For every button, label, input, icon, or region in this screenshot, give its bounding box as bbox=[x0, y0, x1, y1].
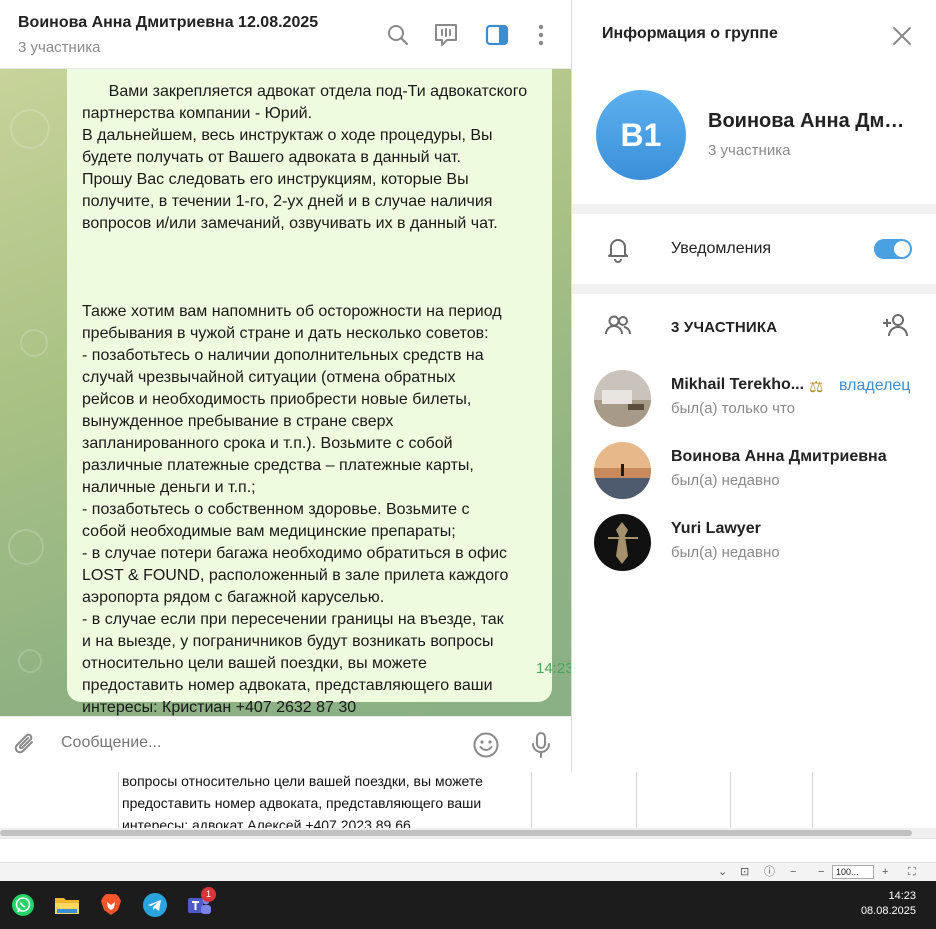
bell-icon bbox=[604, 235, 632, 263]
grid-line bbox=[636, 770, 637, 828]
members-icon bbox=[604, 312, 632, 340]
member-avatar bbox=[594, 442, 651, 499]
message-bubble[interactable]: Вами закрепляется адвокат отдела под-Ти … bbox=[67, 69, 571, 716]
clock[interactable]: 14:23 08.08.2025 bbox=[861, 889, 916, 919]
help-icon[interactable]: ⓘ bbox=[764, 865, 775, 879]
group-name: Воинова Анна Дмитриевна 12.08.2025 bbox=[708, 110, 913, 132]
scrollbar-thumb[interactable] bbox=[0, 830, 912, 836]
chevron-down-icon[interactable]: ⌄ bbox=[718, 865, 727, 879]
zoom-in-icon[interactable]: + bbox=[882, 865, 888, 879]
clock-time: 14:23 bbox=[888, 890, 916, 902]
member-role: владелец bbox=[839, 377, 911, 394]
file-explorer-icon[interactable] bbox=[54, 892, 80, 918]
background-spreadsheet: вопросы относительно цели вашей поездки,… bbox=[0, 770, 936, 881]
member-avatar bbox=[594, 370, 651, 427]
brave-icon[interactable] bbox=[98, 892, 124, 918]
microphone-icon[interactable] bbox=[527, 731, 555, 759]
wallpaper-pattern bbox=[10, 109, 50, 149]
add-member-icon[interactable] bbox=[882, 311, 910, 339]
clock-date: 08.08.2025 bbox=[860, 905, 916, 917]
member-name: Воинова Анна Дмитриевна bbox=[671, 448, 887, 465]
telegram-icon[interactable] bbox=[142, 892, 168, 918]
member-status: был(а) недавно bbox=[671, 544, 780, 561]
spreadsheet-grid: вопросы относительно цели вашей поездки,… bbox=[0, 770, 936, 833]
close-icon[interactable] bbox=[890, 24, 914, 48]
notifications-toggle[interactable] bbox=[874, 239, 912, 259]
horizontal-scrollbar[interactable] bbox=[0, 828, 936, 838]
message-text: Вами закрепляется адвокат отдела под-Ти … bbox=[82, 83, 528, 716]
wallpaper-pattern bbox=[20, 329, 48, 357]
member-status: был(а) только что bbox=[671, 400, 796, 417]
status-bar: ⌄ ⊡ ⓘ − − 100... + ⛶ bbox=[0, 862, 936, 881]
sidebar-toggle-icon[interactable] bbox=[484, 22, 510, 48]
chat-messages-area[interactable]: Вами закрепляется адвокат отдела под-Ти … bbox=[0, 69, 571, 716]
panel-title: Информация о группе bbox=[602, 25, 778, 42]
group-info-header: Информация о группе В1 Воинова Анна Дмит… bbox=[572, 0, 936, 204]
member-item[interactable]: Yuri Lawyer был(а) недавно bbox=[572, 512, 936, 582]
search-icon[interactable] bbox=[385, 22, 411, 48]
message-time: 14:23 bbox=[536, 660, 571, 677]
notifications-label: Уведомления bbox=[671, 240, 772, 257]
member-item[interactable]: Воинова Анна Дмитриевна был(а) недавно bbox=[572, 440, 936, 510]
view-icon[interactable]: ⊡ bbox=[740, 865, 749, 879]
chat-window: Воинова Анна Дмитриевна 12.08.2025 3 уча… bbox=[0, 0, 571, 772]
notification-badge: 1 bbox=[201, 887, 216, 902]
emoji-icon[interactable] bbox=[472, 731, 500, 759]
fullscreen-icon[interactable]: ⛶ bbox=[908, 865, 916, 879]
group-members-count: 3 участника bbox=[708, 142, 791, 159]
chat-header: Воинова Анна Дмитриевна 12.08.2025 3 уча… bbox=[0, 0, 571, 69]
members-section: 3 УЧАСТНИКА Mikhail Terekho... ⚖ владеле… bbox=[572, 294, 936, 772]
chat-subtitle: 3 участника bbox=[18, 39, 101, 56]
spreadsheet-cell-text: вопросы относительно цели вашей поездки,… bbox=[122, 773, 483, 833]
group-avatar[interactable]: В1 bbox=[596, 90, 686, 180]
message-input-bar bbox=[0, 716, 571, 772]
whatsapp-icon[interactable] bbox=[10, 892, 36, 918]
member-item[interactable]: Mikhail Terekho... ⚖ владелец был(а) тол… bbox=[572, 368, 936, 438]
members-header: 3 УЧАСТНИКА bbox=[671, 319, 778, 336]
member-name: Yuri Lawyer bbox=[671, 520, 761, 537]
paperclip-icon[interactable] bbox=[12, 731, 40, 759]
scales-icon: ⚖ bbox=[809, 379, 824, 396]
zoom-out-icon[interactable]: − bbox=[790, 865, 796, 879]
taskbar: 1 14:23 08.08.2025 bbox=[0, 881, 936, 929]
member-avatar bbox=[594, 514, 651, 571]
zoom-select[interactable]: 100... bbox=[832, 865, 874, 879]
more-vertical-icon[interactable] bbox=[528, 22, 554, 48]
message-input[interactable] bbox=[61, 734, 441, 752]
grid-line bbox=[118, 770, 119, 828]
member-status: был(а) недавно bbox=[671, 472, 780, 489]
sheet-tabs-area bbox=[0, 838, 936, 862]
grid-line bbox=[812, 770, 813, 828]
wallpaper-pattern bbox=[18, 649, 42, 673]
group-info-panel: Информация о группе В1 Воинова Анна Дмит… bbox=[571, 0, 936, 772]
notifications-row[interactable]: Уведомления bbox=[572, 214, 936, 284]
wallpaper-pattern bbox=[8, 529, 44, 565]
chat-title[interactable]: Воинова Анна Дмитриевна 12.08.2025 bbox=[18, 14, 318, 32]
zoom-out-small-icon[interactable]: − bbox=[818, 865, 824, 879]
video-chat-icon[interactable] bbox=[433, 22, 459, 48]
grid-line bbox=[730, 770, 731, 828]
screen: { "chat": { "title": "Воинова Анна Дмитр… bbox=[0, 0, 936, 929]
member-name: Mikhail Terekho... bbox=[671, 376, 805, 393]
